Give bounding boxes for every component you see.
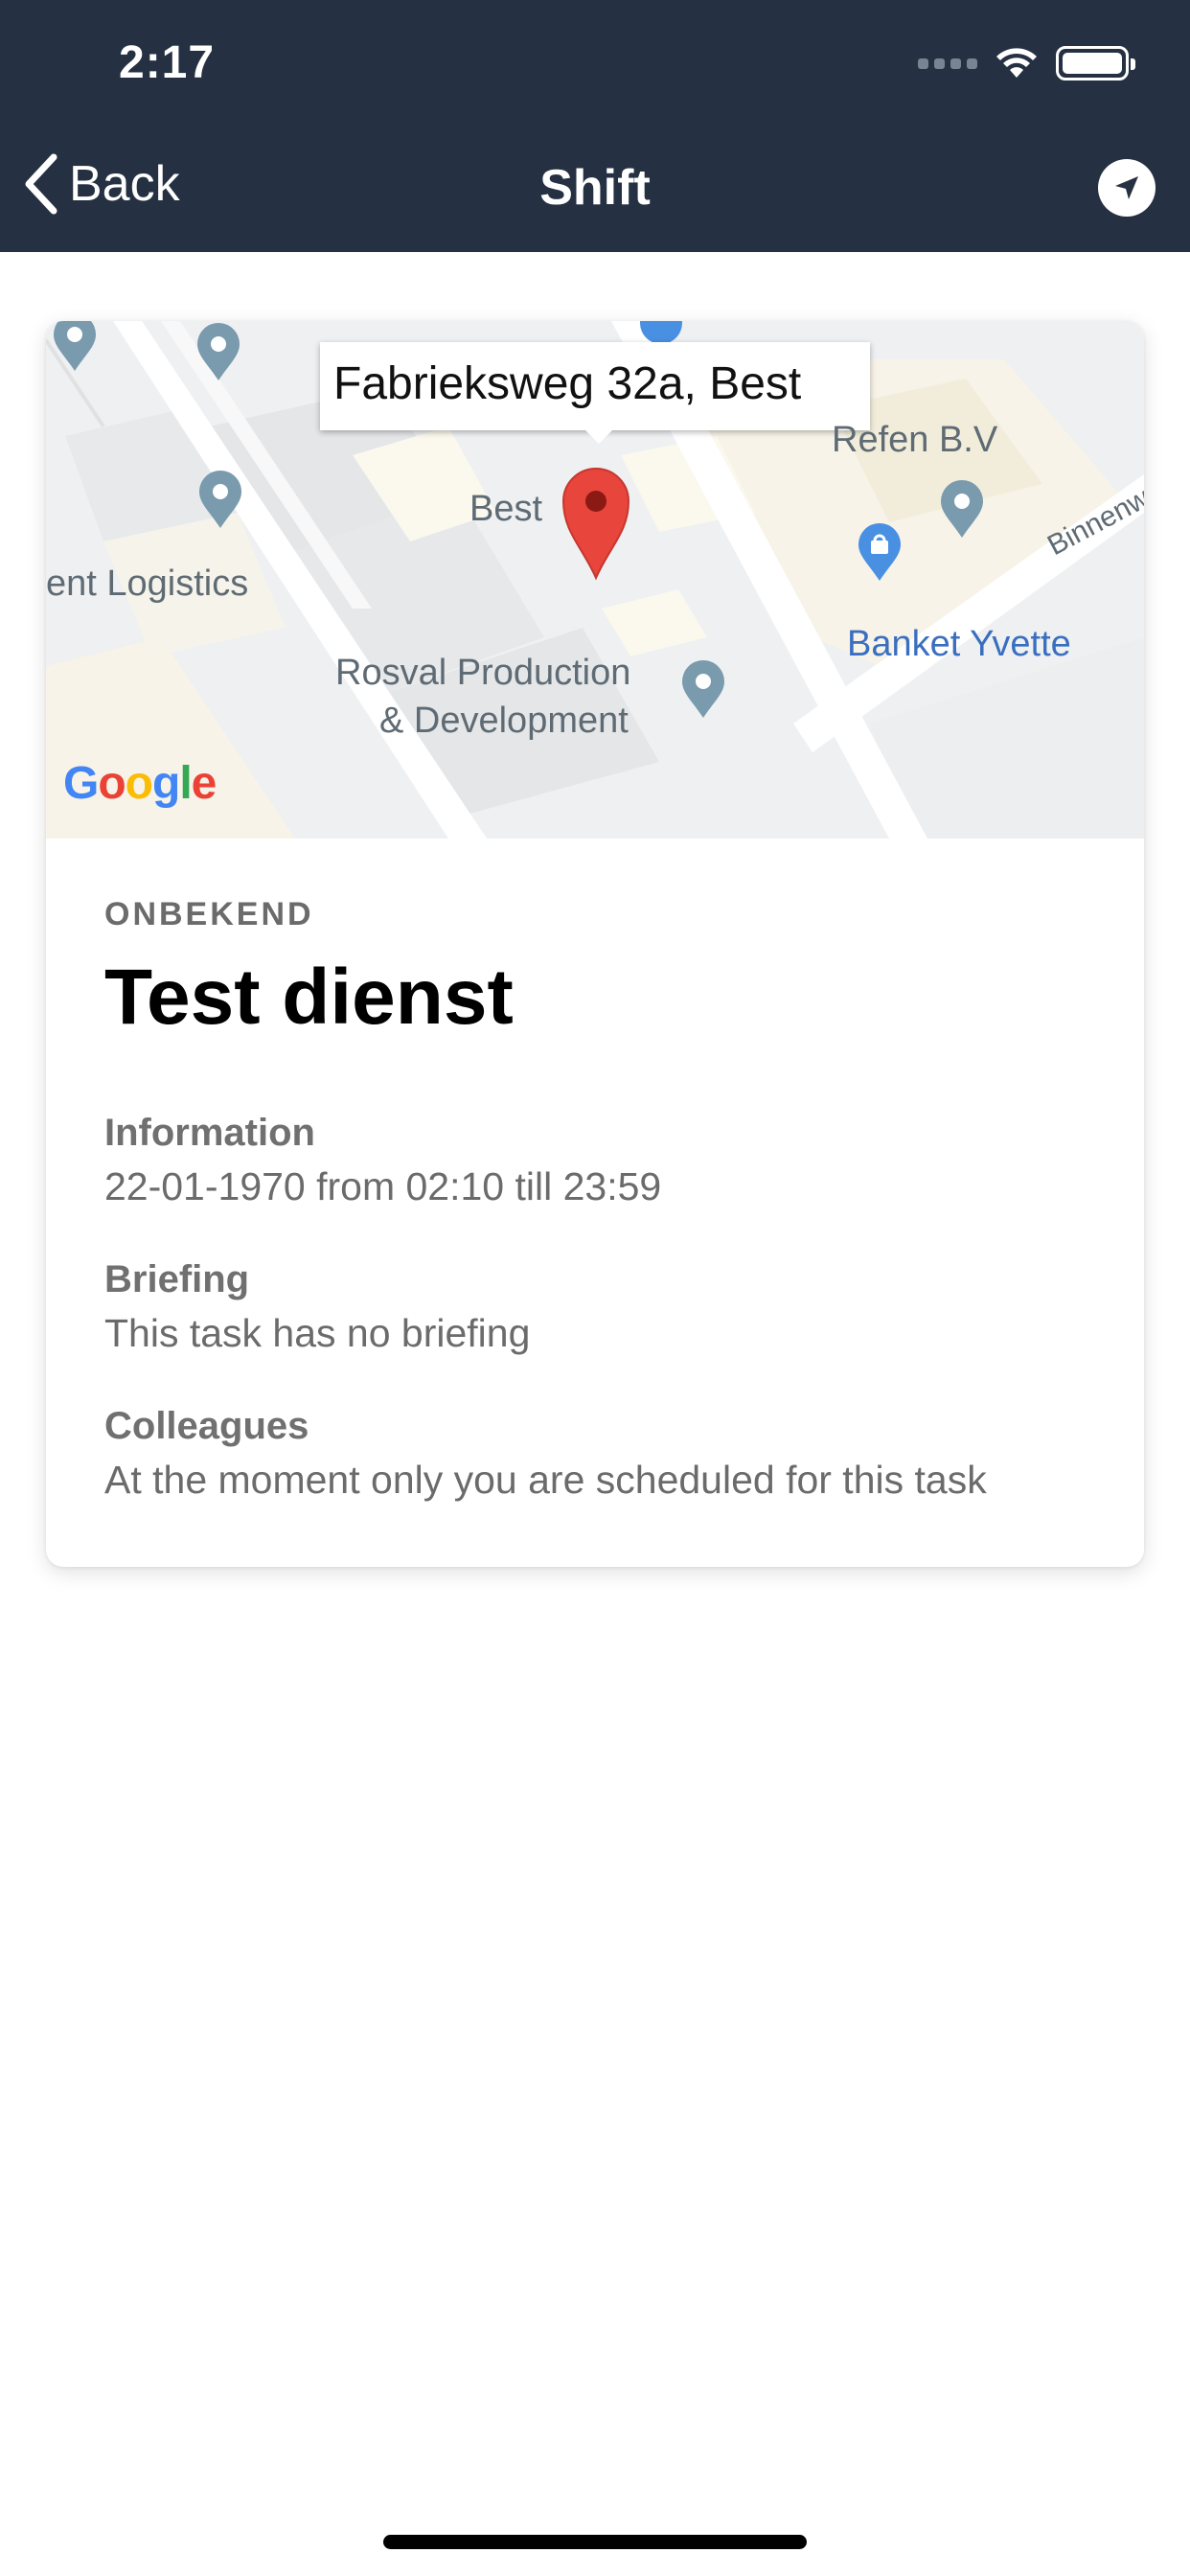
shift-category: ONBEKEND (104, 896, 314, 932)
home-indicator[interactable] (383, 2535, 807, 2549)
briefing-value: This task has no briefing (104, 1311, 531, 1355)
information-value: 22-01-1970 from 02:10 till 23:59 (104, 1164, 662, 1208)
page-title: Shift (539, 160, 651, 216)
google-logo: Google (63, 758, 217, 809)
colleagues-section: Colleagues At the moment only you are sc… (104, 1405, 987, 1503)
place-pin-icon (54, 321, 96, 371)
location-map[interactable]: Fabrieksweg 32a, Best Refen B.V Best ent… (46, 321, 1144, 839)
battery-icon (1056, 46, 1135, 80)
shift-title: Test dienst (104, 954, 514, 1041)
status-icons (918, 46, 1135, 80)
place-pin-icon (199, 471, 241, 528)
colleagues-value: At the moment only you are scheduled for… (104, 1458, 987, 1502)
colleagues-label: Colleagues (104, 1405, 309, 1447)
briefing-section: Briefing This task has no briefing (104, 1258, 530, 1356)
cellular-signal-icon (918, 58, 977, 69)
map-label: Best (469, 489, 543, 529)
place-pin-icon (640, 321, 682, 344)
map-label: Refen B.V (832, 420, 998, 460)
location-pin-icon (561, 468, 630, 581)
shopping-pin-icon (858, 523, 901, 581)
place-pin-icon (197, 323, 240, 380)
place-pin-icon (941, 480, 983, 538)
shift-card: Fabrieksweg 32a, Best Refen B.V Best ent… (46, 321, 1144, 1567)
map-label: Rosval Production (335, 653, 631, 693)
briefing-label: Briefing (104, 1258, 250, 1300)
place-pin-icon (682, 660, 724, 718)
shift-details: ONBEKEND Test dienst Information 22-01-1… (104, 896, 1091, 1502)
information-label: Information (104, 1112, 315, 1154)
nav-bar: 2:17 Back Shift (0, 0, 1190, 252)
information-section: Information 22-01-1970 from 02:10 till 2… (104, 1112, 661, 1209)
navigate-button[interactable] (1098, 159, 1156, 217)
navigation-arrow-icon (1115, 176, 1138, 199)
wifi-icon (996, 48, 1037, 78)
map-label: ent Logistics (46, 564, 249, 604)
address-tooltip: Fabrieksweg 32a, Best (320, 342, 870, 444)
status-time: 2:17 (119, 37, 216, 88)
map-label: & Development (379, 701, 629, 741)
map-label: Banket Yvette (847, 624, 1071, 664)
